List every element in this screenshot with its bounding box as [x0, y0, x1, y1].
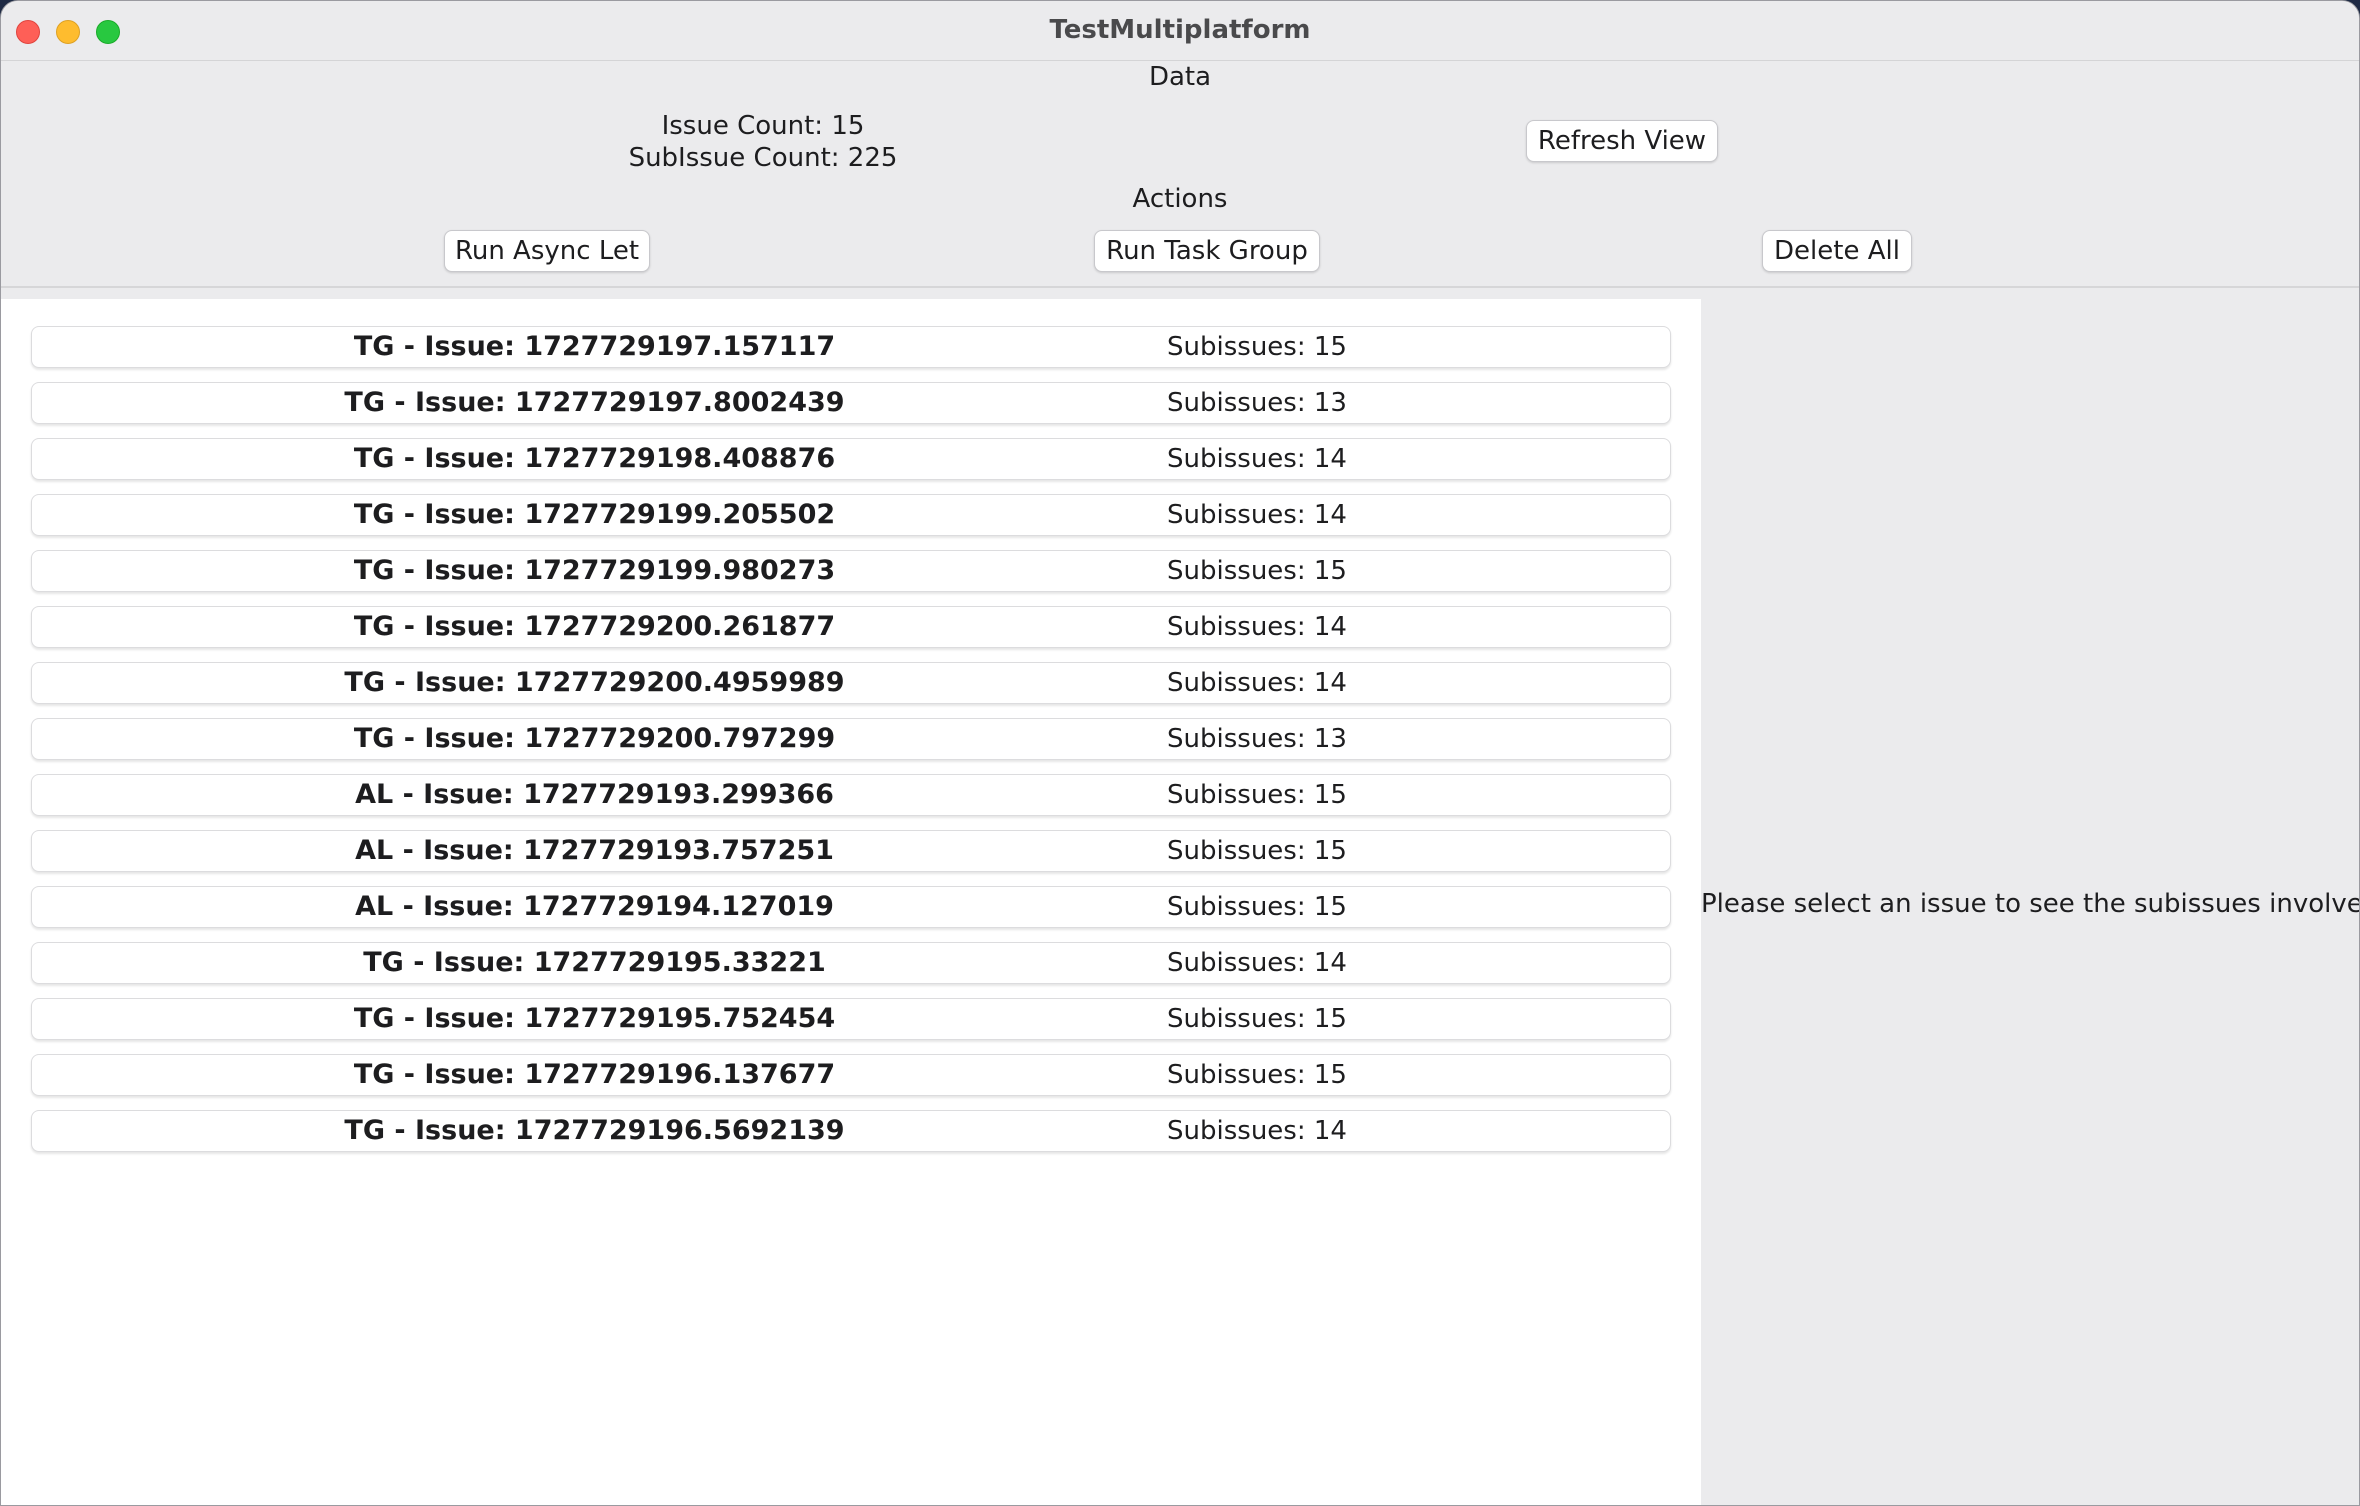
issue-row[interactable]: TG - Issue: 1727729200.261877 Subissues:… — [31, 606, 1671, 648]
issue-name: TG - Issue: 1727729200.4959989 — [344, 667, 845, 698]
issue-row[interactable]: AL - Issue: 1727729193.757251 Subissues:… — [31, 830, 1671, 872]
issue-name: TG - Issue: 1727729200.261877 — [353, 611, 836, 642]
issue-name: AL - Issue: 1727729194.127019 — [355, 891, 834, 922]
issue-subissue-count: Subissues: 15 — [1167, 1004, 1347, 1034]
issue-row[interactable]: TG - Issue: 1727729195.752454 Subissues:… — [31, 998, 1671, 1040]
issue-row[interactable]: TG - Issue: 1727729200.4959989 Subissues… — [31, 662, 1671, 704]
issue-row[interactable]: TG - Issue: 1727729200.797299 Subissues:… — [31, 718, 1671, 760]
issue-name: AL - Issue: 1727729193.757251 — [355, 835, 834, 866]
issue-row[interactable]: TG - Issue: 1727729196.137677 Subissues:… — [31, 1054, 1671, 1096]
issue-subissue-count: Subissues: 15 — [1167, 836, 1347, 866]
actions-section-label: Actions — [1132, 184, 1228, 214]
issue-row[interactable]: AL - Issue: 1727729193.299366 Subissues:… — [31, 774, 1671, 816]
title-bar: TestMultiplatform — [1, 1, 2359, 61]
issue-subissue-count: Subissues: 14 — [1167, 444, 1347, 474]
issue-name: TG - Issue: 1727729197.8002439 — [344, 387, 845, 418]
app-window: TestMultiplatform Data Issue Count: 15 S… — [0, 0, 2360, 1506]
issue-count-text: Issue Count: 15 — [661, 111, 865, 141]
controls-header: Data Issue Count: 15 SubIssue Count: 225… — [1, 62, 2359, 288]
issue-row[interactable]: TG - Issue: 1727729199.980273 Subissues:… — [31, 550, 1671, 592]
issue-name: TG - Issue: 1727729200.797299 — [353, 723, 836, 754]
issue-row[interactable]: TG - Issue: 1727729197.8002439 Subissues… — [31, 382, 1671, 424]
run-async-let-button[interactable]: Run Async Let — [444, 230, 650, 272]
delete-all-button[interactable]: Delete All — [1762, 230, 1912, 272]
issue-subissue-count: Subissues: 14 — [1167, 500, 1347, 530]
issue-subissue-count: Subissues: 15 — [1167, 556, 1347, 586]
issue-subissue-count: Subissues: 14 — [1167, 948, 1347, 978]
issue-name: TG - Issue: 1727729199.205502 — [353, 499, 836, 530]
issue-subissue-count: Subissues: 13 — [1167, 724, 1347, 754]
issue-subissue-count: Subissues: 15 — [1167, 332, 1347, 362]
counts-block: Issue Count: 15 SubIssue Count: 225 — [561, 110, 965, 174]
refresh-view-button[interactable]: Refresh View — [1526, 120, 1718, 162]
issue-subissue-count: Subissues: 13 — [1167, 388, 1347, 418]
issue-subissue-count: Subissues: 15 — [1167, 1060, 1347, 1090]
data-section-label: Data — [1148, 62, 1212, 92]
window-title: TestMultiplatform — [1049, 15, 1311, 45]
subissue-count-text: SubIssue Count: 225 — [628, 143, 898, 173]
issue-name: TG - Issue: 1727729197.157117 — [353, 331, 836, 362]
issue-name: TG - Issue: 1727729195.33221 — [363, 947, 826, 978]
run-task-group-button[interactable]: Run Task Group — [1094, 230, 1320, 272]
issue-subissue-count: Subissues: 15 — [1167, 780, 1347, 810]
issue-row[interactable]: TG - Issue: 1727729197.157117 Subissues:… — [31, 326, 1671, 368]
issue-subissue-count: Subissues: 15 — [1167, 892, 1347, 922]
issue-row[interactable]: TG - Issue: 1727729198.408876 Subissues:… — [31, 438, 1671, 480]
detail-placeholder-text: Please select an issue to see the subiss… — [1701, 889, 2360, 919]
issue-name: TG - Issue: 1727729196.5692139 — [344, 1115, 845, 1146]
issue-subissue-count: Subissues: 14 — [1167, 1116, 1347, 1146]
issue-subissue-count: Subissues: 14 — [1167, 612, 1347, 642]
issue-row[interactable]: TG - Issue: 1727729195.33221 Subissues: … — [31, 942, 1671, 984]
issue-list[interactable]: TG - Issue: 1727729197.157117 Subissues:… — [1, 299, 1701, 1505]
issue-name: AL - Issue: 1727729193.299366 — [355, 779, 834, 810]
issue-row[interactable]: AL - Issue: 1727729194.127019 Subissues:… — [31, 886, 1671, 928]
detail-pane: Please select an issue to see the subiss… — [1701, 299, 2360, 1505]
issue-name: TG - Issue: 1727729196.137677 — [353, 1059, 836, 1090]
issue-name: TG - Issue: 1727729199.980273 — [353, 555, 836, 586]
issue-row[interactable]: TG - Issue: 1727729196.5692139 Subissues… — [31, 1110, 1671, 1152]
issue-subissue-count: Subissues: 14 — [1167, 668, 1347, 698]
issue-row[interactable]: TG - Issue: 1727729199.205502 Subissues:… — [31, 494, 1671, 536]
issue-name: TG - Issue: 1727729195.752454 — [353, 1003, 836, 1034]
issue-name: TG - Issue: 1727729198.408876 — [353, 443, 836, 474]
